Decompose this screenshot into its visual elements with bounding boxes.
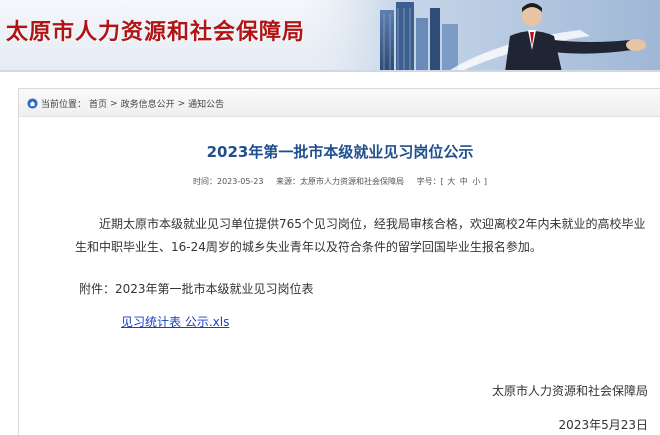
font-size-large-button[interactable]: 大 — [447, 177, 455, 186]
header-banner-image — [300, 0, 660, 70]
article-title: 2023年第一批市本级就业见习岗位公示 — [206, 143, 474, 161]
breadcrumb-prefix: 当前位置： — [41, 100, 87, 110]
breadcrumb-separator: > — [177, 98, 186, 109]
signature-organization: 太原市人力资源和社会保障局 — [491, 384, 648, 398]
breadcrumb-item-home[interactable]: 首页 — [89, 97, 107, 110]
article-meta: 时间：2023-05-23 来源：太原市人力资源和社会保障局 字号：[ 大 中 … — [19, 176, 660, 187]
breadcrumb: 当前位置： 首页 > 政务信息公开 > 通知公告 — [27, 97, 224, 110]
time-value: 2023-05-23 — [216, 177, 264, 186]
meta-source: 来源：太原市人力资源和社会保障局 — [276, 177, 407, 186]
attachment-download-link[interactable]: 见习统计表 公示.xls — [121, 313, 229, 330]
font-size-close-bracket: ] — [483, 177, 488, 186]
article-body: 近期太原市本级就业见习单位提供765个见习岗位，经我局审核合格，欢迎离校2年内未… — [75, 217, 646, 254]
font-size-label: 字号： — [416, 177, 441, 186]
font-size-small-button[interactable]: 小 — [472, 177, 480, 186]
meta-font-size: 字号：[ 大 中 小 ] — [417, 177, 487, 186]
content-panel: 当前位置： 首页 > 政务信息公开 > 通知公告 2023年第一批市本级就业见习… — [18, 88, 660, 435]
home-icon — [27, 98, 38, 109]
breadcrumb-item-gov-info[interactable]: 政务信息公开 — [121, 97, 175, 110]
breadcrumb-bar: 当前位置： 首页 > 政务信息公开 > 通知公告 — [19, 89, 660, 117]
font-size-open-bracket: [ — [440, 177, 444, 186]
site-header: 太原市人力资源和社会保障局 — [0, 0, 660, 72]
source-label: 来源： — [276, 177, 301, 186]
breadcrumb-separator: > — [110, 98, 118, 109]
font-size-medium-button[interactable]: 中 — [460, 177, 468, 186]
signature-date: 2023年5月23日 — [558, 418, 648, 432]
site-title[interactable]: 太原市人力资源和社会保障局 — [6, 14, 305, 46]
source-value: 太原市人力资源和社会保障局 — [300, 177, 405, 186]
meta-time: 时间：2023-05-23 — [193, 177, 266, 186]
time-label: 时间： — [192, 177, 217, 186]
breadcrumb-item-notices[interactable]: 通知公告 — [188, 97, 224, 110]
attachment-line: 附件：2023年第一批市本级就业见习岗位表 — [79, 282, 314, 296]
